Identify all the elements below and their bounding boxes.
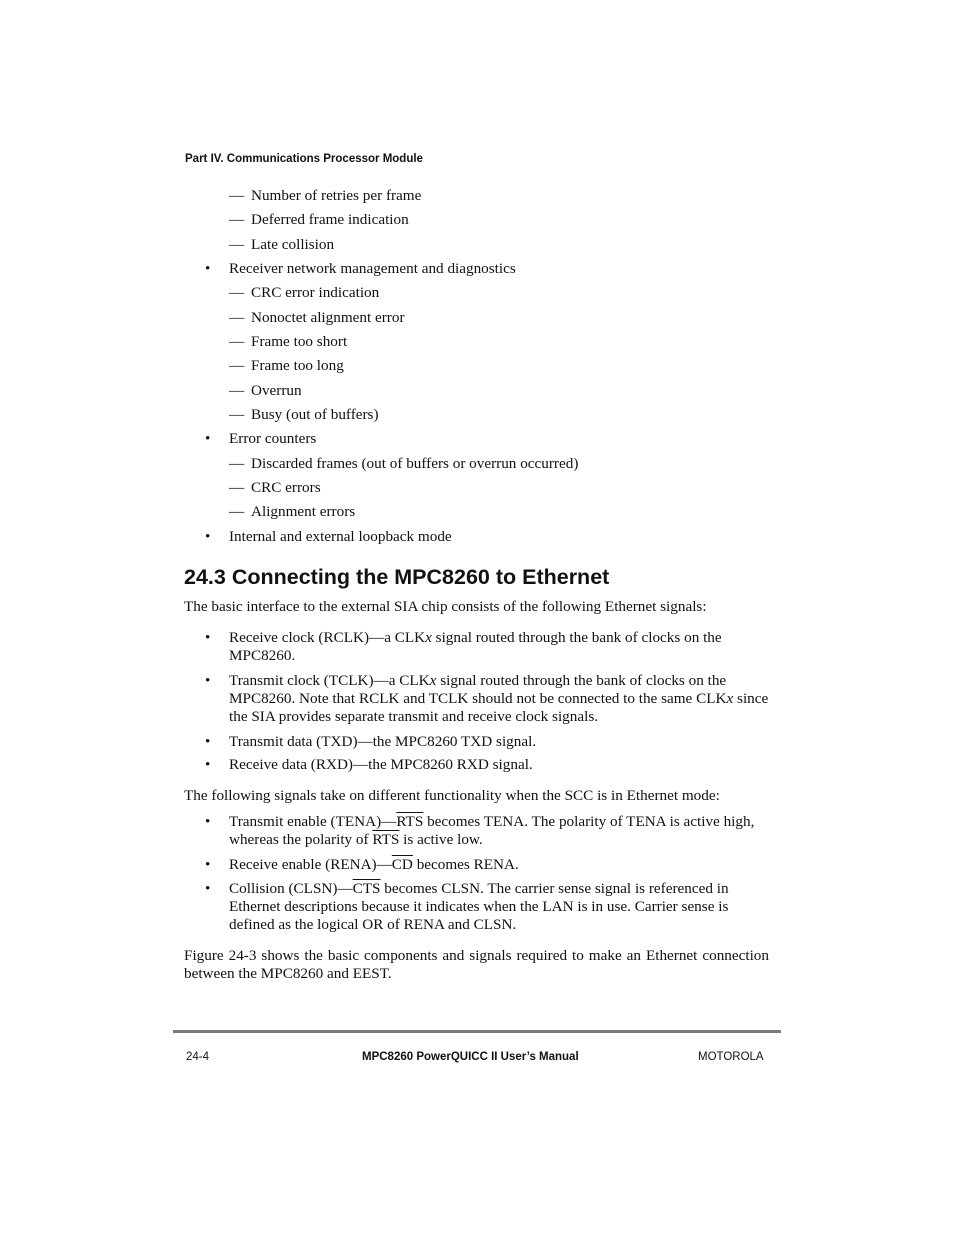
italic-variable: x bbox=[425, 629, 432, 646]
signal-text: Receive clock (RCLK)—a CLKx signal route… bbox=[229, 629, 769, 665]
bullet-marker: • bbox=[205, 756, 211, 773]
list-item-text: Receiver network management and diagnost… bbox=[229, 260, 516, 277]
dash-marker: — bbox=[229, 479, 245, 496]
signal-text: Receive data (RXD)—the MPC8260 RXD signa… bbox=[229, 756, 533, 773]
dash-marker: — bbox=[229, 382, 245, 399]
part-header: Part IV. Communications Processor Module bbox=[185, 153, 423, 165]
signal-text: Transmit enable (TENA)—RTS becomes TENA.… bbox=[229, 813, 769, 849]
dash-marker: — bbox=[229, 309, 245, 326]
text-run: Transmit clock (TCLK)—a CLK bbox=[229, 672, 430, 689]
active-low-signal: CD bbox=[391, 856, 413, 873]
section-heading: 24.3 Connecting the MPC8260 to Ethernet bbox=[184, 565, 610, 589]
dash-marker: — bbox=[229, 284, 245, 301]
footer-rule bbox=[173, 1030, 781, 1033]
dash-marker: — bbox=[229, 187, 245, 204]
signal-text: Receive enable (RENA)—CD becomes RENA. bbox=[229, 856, 769, 874]
bullet-marker: • bbox=[205, 880, 211, 897]
text-run: Receive enable (RENA)— bbox=[229, 856, 392, 873]
text-run: Transmit enable (TENA)— bbox=[229, 813, 397, 830]
text-run: becomes RENA. bbox=[412, 856, 519, 873]
brand-name: MOTOROLA bbox=[698, 1051, 764, 1063]
list-item-text: Busy (out of buffers) bbox=[251, 406, 379, 423]
dash-marker: — bbox=[229, 211, 245, 228]
bullet-marker: • bbox=[205, 856, 211, 873]
closing-paragraph: Figure 24-3 shows the basic components a… bbox=[184, 947, 769, 982]
intro-paragraph: The basic interface to the external SIA … bbox=[184, 598, 707, 615]
active-low-signal: RTS bbox=[372, 831, 400, 848]
signal-text: Transmit data (TXD)—the MPC8260 TXD sign… bbox=[229, 733, 537, 750]
mode-intro-paragraph: The following signals take on different … bbox=[184, 787, 720, 804]
bullet-marker: • bbox=[205, 629, 211, 646]
dash-marker: — bbox=[229, 236, 245, 253]
list-item-text: Nonoctet alignment error bbox=[251, 309, 405, 326]
signal-text: Collision (CLSN)—CTS becomes CLSN. The c… bbox=[229, 880, 769, 934]
list-item-text: Late collision bbox=[251, 236, 335, 253]
list-item-text: Error counters bbox=[229, 430, 317, 447]
manual-title: MPC8260 PowerQUICC II User’s Manual bbox=[362, 1051, 579, 1063]
dash-marker: — bbox=[229, 333, 245, 350]
bullet-marker: • bbox=[205, 528, 211, 545]
bullet-marker: • bbox=[205, 430, 211, 447]
bullet-marker: • bbox=[205, 813, 211, 830]
list-item-text: CRC error indication bbox=[251, 284, 380, 301]
list-item-text: Overrun bbox=[251, 382, 302, 399]
dash-marker: — bbox=[229, 455, 245, 472]
list-item-text: Number of retries per frame bbox=[251, 187, 422, 204]
text-run: is active low. bbox=[399, 831, 483, 848]
active-low-signal: CTS bbox=[352, 880, 381, 897]
active-low-signal: RTS bbox=[396, 813, 424, 830]
list-item-text: Frame too short bbox=[251, 333, 348, 350]
dash-marker: — bbox=[229, 503, 245, 520]
list-item-text: Deferred frame indication bbox=[251, 211, 409, 228]
page-number: 24-4 bbox=[186, 1051, 210, 1063]
signal-text: Transmit clock (TCLK)—a CLKx signal rout… bbox=[229, 672, 769, 726]
list-item-text: Internal and external loopback mode bbox=[229, 528, 452, 545]
text-run: Receive clock (RCLK)—a CLK bbox=[229, 629, 426, 646]
text-run: Collision (CLSN)— bbox=[229, 880, 353, 897]
bullet-marker: • bbox=[205, 672, 211, 689]
dash-marker: — bbox=[229, 357, 245, 374]
bullet-marker: • bbox=[205, 733, 211, 750]
list-item-text: Alignment errors bbox=[251, 503, 356, 520]
list-item-text: CRC errors bbox=[251, 479, 321, 496]
list-item-text: Discarded frames (out of buffers or over… bbox=[251, 455, 579, 472]
list-item-text: Frame too long bbox=[251, 357, 344, 374]
bullet-marker: • bbox=[205, 260, 211, 277]
dash-marker: — bbox=[229, 406, 245, 423]
